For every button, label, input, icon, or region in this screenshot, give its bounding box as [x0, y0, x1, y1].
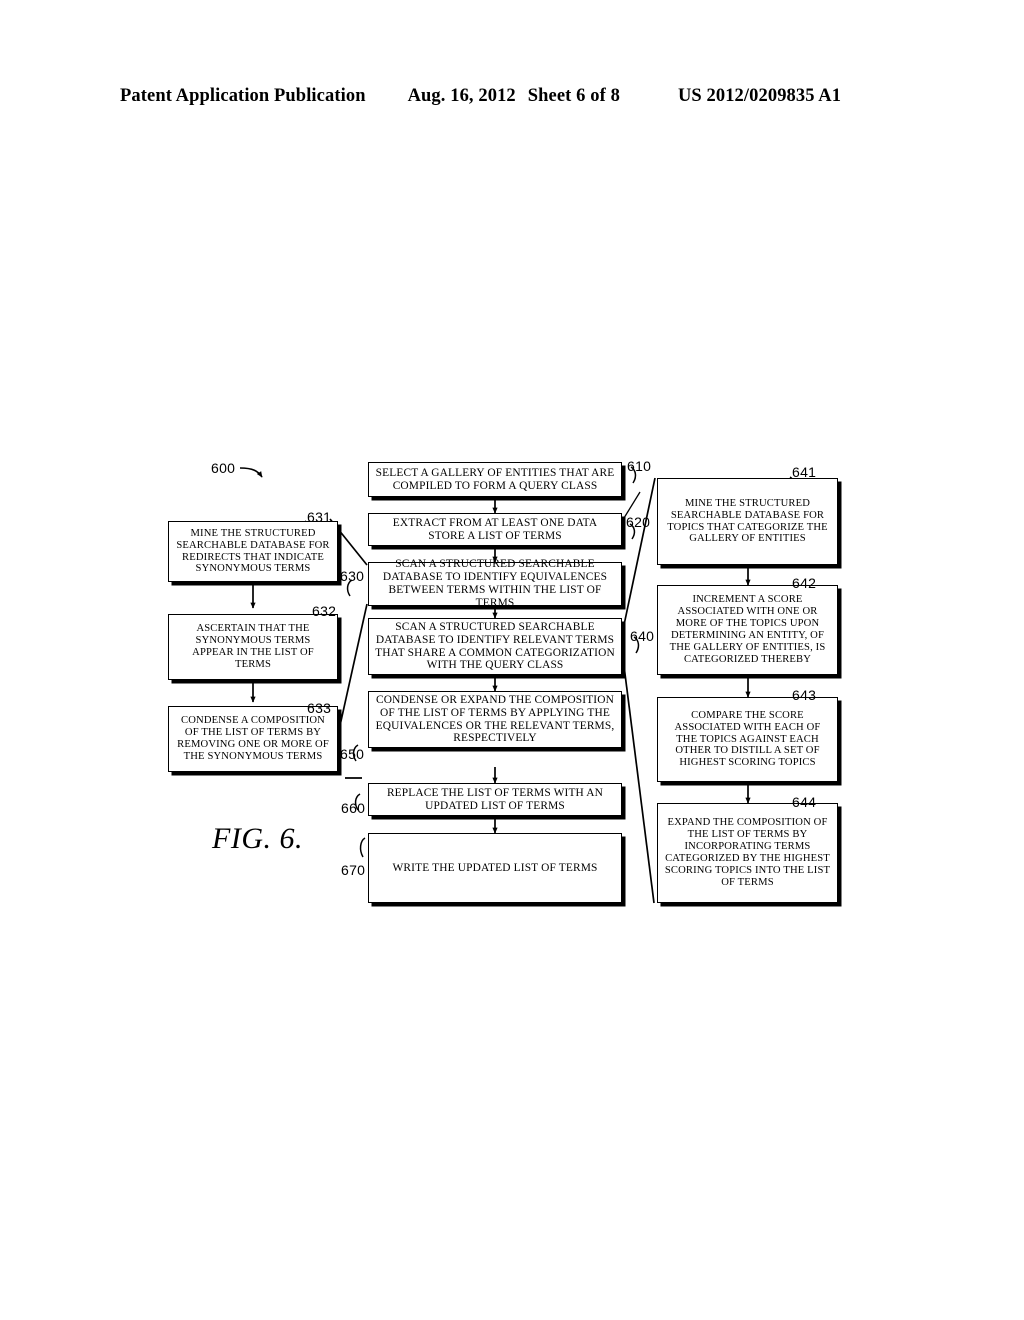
flow-step-631-text: MINE THE STRUCTURED SEARCHABLE DATABASE …	[176, 527, 330, 575]
brace-640-to-641-upper	[623, 477, 656, 626]
flow-step-630[interactable]: SCAN A STRUCTURED SEARCHABLE DATABASE TO…	[368, 558, 622, 609]
diagram-label-arrow	[239, 467, 263, 478]
ref-631: 631	[307, 509, 332, 525]
ref-643: 643	[792, 687, 817, 703]
flow-step-643-text: COMPARE THE SCORE ASSOCIATED WITH EACH O…	[674, 709, 821, 769]
flow-step-630-text: SCAN A STRUCTURED SEARCHABLE DATABASE TO…	[382, 558, 608, 609]
ref-650: 650	[340, 746, 365, 762]
ref-600: 600	[211, 460, 236, 476]
ref-660: 660	[341, 800, 366, 816]
ref-670: 670	[341, 862, 366, 878]
flow-step-650-text: CONDENSE OR EXPAND THE COMPOSITION OF TH…	[375, 693, 615, 745]
flow-step-670[interactable]: WRITE THE UPDATED LIST OF TERMS	[368, 833, 622, 903]
ref-641: 641	[792, 464, 817, 480]
flow-step-620[interactable]: EXTRACT FROM AT LEAST ONE DATA STORE A L…	[368, 513, 622, 546]
ref-630: 630	[340, 568, 365, 584]
leader-670	[359, 837, 366, 858]
flow-step-641-text: MINE THE STRUCTURED SEARCHABLE DATABASE …	[667, 497, 828, 545]
ref-610: 610	[627, 458, 652, 474]
flow-step-633-text: CONDENSE A COMPOSITION OF THE LIST OF TE…	[177, 715, 329, 762]
ref-632: 632	[312, 603, 337, 619]
flow-step-632[interactable]: ASCERTAIN THAT THE SYNONYMOUS TERMS APPE…	[168, 614, 338, 680]
figure-6-flowchart: 600 SELECT A GALLERY OF ENTITIES THAT AR…	[0, 0, 1024, 1320]
flow-step-640-text: SCAN A STRUCTURED SEARCHABLE DATABASE TO…	[375, 620, 615, 672]
flow-step-610-text: SELECT A GALLERY OF ENTITIES THAT ARE CO…	[375, 466, 615, 492]
ref-640: 640	[630, 628, 655, 644]
ref-633: 633	[307, 700, 332, 716]
flow-step-644[interactable]: EXPAND THE COMPOSITION OF THE LIST OF TE…	[657, 803, 838, 903]
flow-step-670-text: WRITE THE UPDATED LIST OF TERMS	[392, 861, 598, 874]
flow-step-631[interactable]: MINE THE STRUCTURED SEARCHABLE DATABASE …	[168, 521, 338, 582]
flow-step-650[interactable]: CONDENSE OR EXPAND THE COMPOSITION OF TH…	[368, 691, 622, 748]
flow-step-643[interactable]: COMPARE THE SCORE ASSOCIATED WITH EACH O…	[657, 697, 838, 782]
flow-step-641[interactable]: MINE THE STRUCTURED SEARCHABLE DATABASE …	[657, 478, 838, 565]
flow-step-660-text: REPLACE THE LIST OF TERMS WITH AN UPDATE…	[386, 786, 604, 812]
flow-step-660[interactable]: REPLACE THE LIST OF TERMS WITH AN UPDATE…	[368, 783, 622, 816]
ref-644: 644	[792, 794, 817, 810]
flow-step-642[interactable]: INCREMENT A SCORE ASSOCIATED WITH ONE OR…	[657, 585, 838, 675]
brace-640-to-644-lower	[623, 665, 655, 904]
figure-caption: FIG. 6.	[212, 822, 303, 855]
flow-step-610[interactable]: SELECT A GALLERY OF ENTITIES THAT ARE CO…	[368, 462, 622, 497]
ref-620: 620	[626, 514, 651, 530]
ref-642: 642	[792, 575, 817, 591]
flow-step-644-text: EXPAND THE COMPOSITION OF THE LIST OF TE…	[664, 817, 831, 888]
flow-step-620-text: EXTRACT FROM AT LEAST ONE DATA STORE A L…	[392, 516, 598, 542]
flow-step-642-text: INCREMENT A SCORE ASSOCIATED WITH ONE OR…	[669, 594, 826, 665]
flow-step-632-text: ASCERTAIN THAT THE SYNONYMOUS TERMS APPE…	[192, 623, 314, 670]
flow-step-640[interactable]: SCAN A STRUCTURED SEARCHABLE DATABASE TO…	[368, 618, 622, 675]
